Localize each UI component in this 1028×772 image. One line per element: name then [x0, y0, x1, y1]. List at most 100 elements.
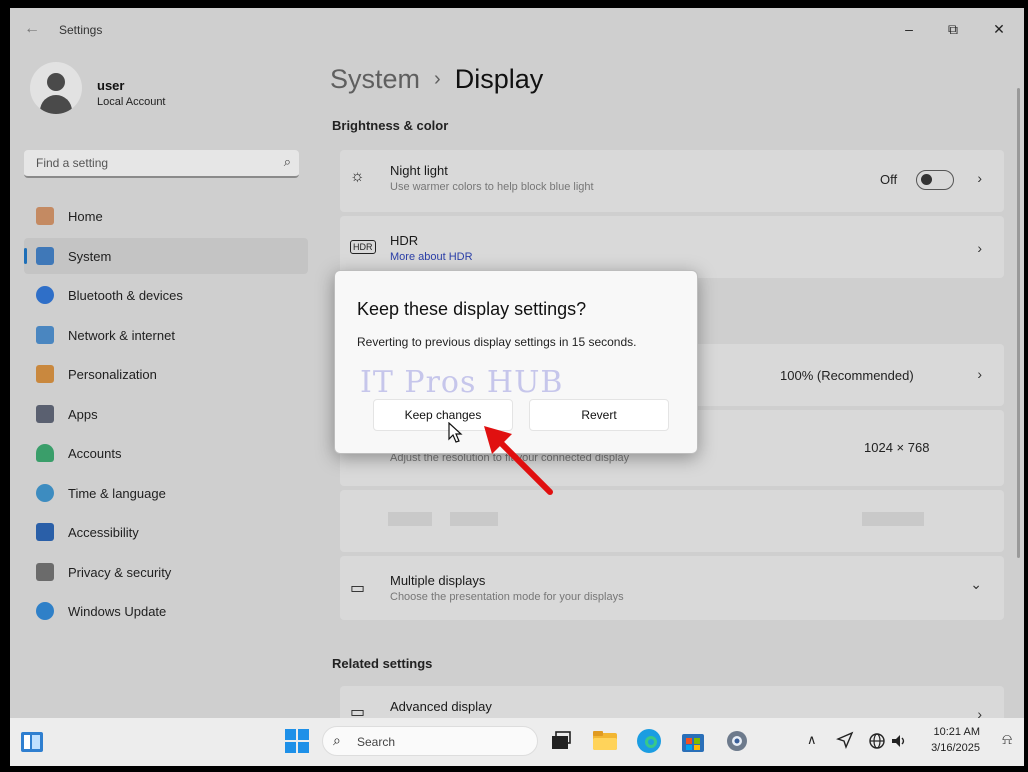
- scale-value[interactable]: 100% (Recommended): [780, 368, 914, 383]
- person-icon: [36, 444, 54, 462]
- sidebar-item-privacy[interactable]: Privacy & security: [24, 554, 308, 590]
- hdr-title: HDR: [390, 233, 419, 248]
- sidebar-item-label: Personalization: [68, 367, 157, 382]
- search-icon: ⌕: [283, 154, 291, 169]
- multiple-displays-subtitle: Choose the presentation mode for your di…: [390, 591, 624, 603]
- multiple-displays-card[interactable]: ▭ Multiple displays Choose the presentat…: [340, 556, 1004, 620]
- advanced-display-title: Advanced display: [390, 699, 492, 714]
- multiple-displays-title: Multiple displays: [390, 573, 486, 588]
- volume-icon[interactable]: [890, 732, 908, 750]
- mouse-cursor-icon: [448, 422, 463, 443]
- taskbar: ⌕ Search ∧ 10:21 AM 3/16/2025 ⍾: [10, 718, 1024, 766]
- sidebar-nav: Home System Bluetooth & devices Network …: [24, 198, 308, 633]
- sidebar-item-bluetooth[interactable]: Bluetooth & devices: [24, 277, 308, 313]
- edge-browser-icon[interactable]: [636, 728, 662, 754]
- toggle-knob: [921, 174, 932, 185]
- night-light-subtitle: Use warmer colors to help block blue lig…: [390, 181, 594, 193]
- breadcrumb-parent[interactable]: System: [330, 64, 420, 94]
- network-globe-icon[interactable]: [868, 732, 886, 750]
- watermark: IT Pros HUB: [360, 365, 564, 400]
- hdr-icon: HDR: [350, 240, 376, 254]
- network-icon: [36, 325, 54, 344]
- minimize-button[interactable]: –: [894, 16, 924, 42]
- microsoft-store-icon[interactable]: [680, 728, 706, 754]
- orientation-card[interactable]: [340, 490, 1004, 552]
- task-view-icon[interactable]: [548, 728, 574, 754]
- monitor-icon: ▭: [350, 704, 366, 718]
- taskbar-search-placeholder: Search: [357, 735, 396, 749]
- home-icon: [36, 207, 54, 225]
- search-icon: ⌕: [333, 732, 341, 748]
- page-title: Display: [454, 64, 544, 94]
- app-title: Settings: [59, 23, 103, 37]
- close-button[interactable]: ✕: [984, 16, 1014, 42]
- night-light-icon: ☼: [350, 168, 365, 185]
- maximize-button[interactable]: ⧉: [938, 16, 968, 42]
- avatar[interactable]: [30, 62, 82, 114]
- location-arrow-icon[interactable]: [836, 731, 854, 749]
- globe-clock-icon: [36, 483, 54, 502]
- hdr-card[interactable]: HDR HDR More about HDR ›: [340, 216, 1004, 278]
- chevron-right-icon: ›: [977, 706, 982, 718]
- scrollbar[interactable]: [1017, 88, 1020, 558]
- sidebar-item-label: Windows Update: [68, 604, 167, 619]
- chevron-right-icon: ›: [977, 170, 982, 186]
- sidebar-item-label: System: [68, 248, 112, 264]
- profile-name: user: [97, 78, 125, 93]
- sidebar-item-network[interactable]: Network & internet: [24, 317, 308, 353]
- start-windows-icon[interactable]: [284, 728, 310, 754]
- hdr-link[interactable]: More about HDR: [390, 251, 473, 263]
- sidebar-item-system[interactable]: System: [24, 237, 308, 274]
- sidebar-item-label: Accessibility: [68, 525, 139, 540]
- night-light-state: Off: [880, 172, 898, 187]
- clock-time: 10:21 AM: [933, 726, 980, 738]
- back-arrow-icon[interactable]: ←: [24, 20, 40, 38]
- notification-bell-icon[interactable]: ⍾: [1002, 731, 1012, 748]
- settings-gear-icon[interactable]: [724, 728, 750, 754]
- blurred-title: [450, 512, 498, 526]
- dialog-message: Reverting to previous display settings i…: [357, 335, 637, 349]
- breadcrumb: System › Display: [330, 64, 543, 95]
- section-related-settings: Related settings: [332, 656, 433, 671]
- night-light-toggle[interactable]: [916, 170, 954, 190]
- sidebar-item-apps[interactable]: Apps: [24, 396, 308, 432]
- search-input[interactable]: Find a setting ⌕: [24, 150, 299, 178]
- red-arrow-annotation-icon: [484, 426, 553, 495]
- apps-icon: [36, 404, 54, 423]
- resolution-value[interactable]: 1024 × 768: [864, 440, 929, 455]
- sidebar-item-accounts[interactable]: Accounts: [24, 435, 308, 471]
- brush-icon: [36, 365, 54, 383]
- shield-icon: [36, 562, 54, 581]
- widgets-icon[interactable]: [20, 730, 44, 754]
- clock-date: 3/16/2025: [931, 742, 980, 754]
- clock[interactable]: 10:21 AM 3/16/2025: [931, 724, 980, 756]
- sidebar-item-windows-update[interactable]: Windows Update: [24, 593, 308, 629]
- chevron-down-icon: ⌄: [970, 576, 982, 592]
- taskbar-search-input[interactable]: ⌕ Search: [322, 726, 538, 756]
- title-bar: ← Settings – ⧉ ✕: [10, 8, 1024, 48]
- advanced-display-card[interactable]: ▭ Advanced display ›: [340, 686, 1004, 718]
- accessibility-icon: [36, 523, 54, 541]
- sidebar-item-time-language[interactable]: Time & language: [24, 475, 308, 511]
- sidebar-item-label: Privacy & security: [68, 564, 172, 580]
- file-explorer-icon[interactable]: [592, 728, 618, 754]
- sidebar-item-label: Apps: [68, 406, 98, 422]
- tray-overflow-chevron-icon[interactable]: ∧: [807, 732, 817, 748]
- sidebar-item-accessibility[interactable]: Accessibility: [24, 514, 308, 550]
- multiple-displays-icon: ▭: [350, 580, 366, 597]
- breadcrumb-separator-icon: ›: [434, 68, 441, 90]
- blurred-value: [862, 512, 924, 526]
- search-placeholder: Find a setting: [36, 156, 109, 170]
- avatar-body-icon: [40, 95, 72, 114]
- sidebar-item-label: Bluetooth & devices: [68, 288, 183, 303]
- night-light-title: Night light: [390, 163, 448, 178]
- sidebar-item-home[interactable]: Home: [24, 198, 308, 234]
- sidebar-item-personalization[interactable]: Personalization: [24, 356, 308, 392]
- night-light-card[interactable]: ☼ Night light Use warmer colors to help …: [340, 150, 1004, 212]
- avatar-head-icon: [47, 73, 65, 91]
- section-brightness-color: Brightness & color: [332, 118, 449, 133]
- sidebar-item-label: Network & internet: [68, 327, 175, 343]
- sidebar-item-label: Accounts: [68, 446, 122, 461]
- sidebar-item-label: Home: [68, 209, 103, 224]
- profile-account-type: Local Account: [97, 96, 166, 108]
